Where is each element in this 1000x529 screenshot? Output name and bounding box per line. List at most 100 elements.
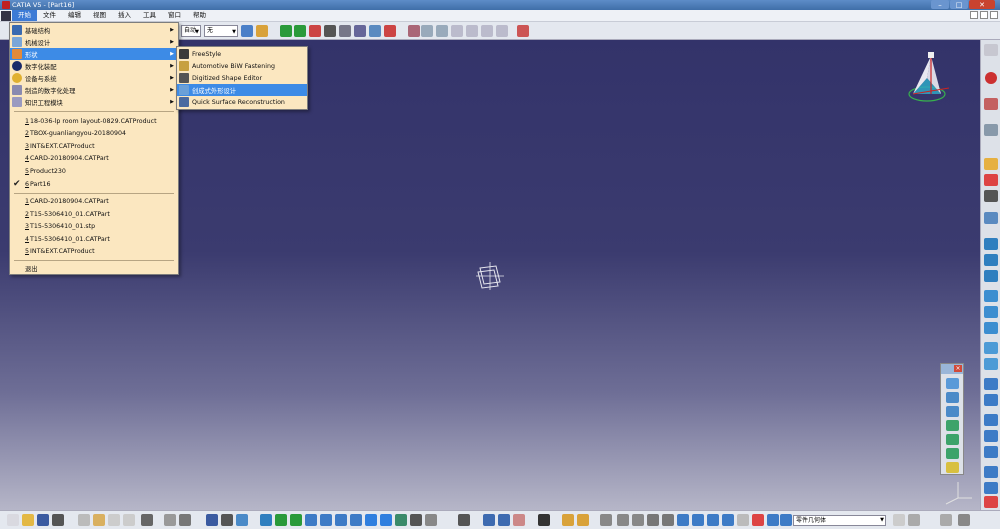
recent-file-item[interactable]: 5 INT&EXT.CATProduct — [10, 245, 178, 257]
cylinder-icon[interactable] — [946, 448, 959, 459]
close-button[interactable]: ✕ — [969, 0, 995, 9]
close-icon[interactable]: × — [954, 365, 962, 372]
knowledge-icon[interactable] — [408, 25, 420, 37]
stop-icon[interactable] — [985, 72, 997, 84]
sketch-icon[interactable] — [984, 98, 998, 110]
comment-icon[interactable] — [466, 25, 478, 37]
comment-bubble-icon[interactable] — [179, 514, 191, 526]
plane-icon[interactable] — [984, 212, 998, 224]
whats-this-icon[interactable] — [141, 514, 153, 526]
menu-insert[interactable]: 插入 — [112, 10, 137, 21]
blend-icon[interactable] — [946, 420, 959, 431]
3d-axis-icon[interactable] — [752, 514, 764, 526]
translate-icon[interactable] — [984, 430, 998, 442]
select-icon[interactable] — [780, 514, 792, 526]
paste-icon[interactable] — [108, 514, 120, 526]
power-copy-icon[interactable] — [600, 514, 612, 526]
maximize-button[interactable]: □ — [950, 0, 968, 9]
update-all-icon[interactable] — [498, 514, 510, 526]
properties-painter-icon[interactable] — [256, 25, 268, 37]
offset-icon[interactable] — [946, 406, 959, 417]
rotate-icon[interactable] — [354, 25, 366, 37]
submenu-digitized-shape-editor[interactable]: Digitized Shape Editor — [177, 72, 307, 84]
menu-item-digital-manufacturing[interactable]: 制造的数字化处理 ▶ — [10, 84, 178, 96]
menu-help[interactable]: 帮助 — [187, 10, 212, 21]
manual-update-icon[interactable] — [513, 514, 525, 526]
analysis-icon[interactable] — [369, 25, 381, 37]
submenu-quick-surface-reconstruction[interactable]: Quick Surface Reconstruction — [177, 96, 307, 108]
multi-section-icon[interactable] — [946, 434, 959, 445]
menu-item-shape[interactable]: 形状 ▶ — [10, 48, 178, 60]
recent-file-item[interactable]: 1 CARD-20180904.CATPart — [10, 195, 178, 207]
boundary-icon[interactable] — [946, 462, 959, 473]
catalog-browser-icon[interactable] — [617, 514, 629, 526]
doc-minimize-icon[interactable] — [970, 11, 978, 19]
surface-analysis-icon[interactable] — [677, 514, 689, 526]
print-icon[interactable] — [52, 514, 64, 526]
menu-tools[interactable]: 工具 — [137, 10, 162, 21]
join-icon[interactable] — [984, 342, 998, 354]
document-icon[interactable] — [1, 10, 11, 21]
cut-icon[interactable] — [78, 514, 90, 526]
extract-icon[interactable] — [984, 394, 998, 406]
fillet-icon[interactable] — [984, 414, 998, 426]
save-icon[interactable] — [37, 514, 49, 526]
part-body-select[interactable]: 零件几何体 ▼ — [793, 515, 886, 526]
paint-icon[interactable] — [241, 25, 253, 37]
recent-doc-item[interactable]: 3 INT&EXT.CATProduct — [10, 140, 178, 152]
lock-icon[interactable] — [737, 514, 749, 526]
line-type-combo[interactable]: 无 ▼ — [204, 25, 238, 37]
recent-doc-item[interactable]: 4 CARD-20180904.CATPart — [10, 152, 178, 164]
recent-doc-item-active[interactable]: ✔ 6 Part16 — [10, 178, 178, 190]
recent-file-item[interactable]: 2 T15-5306410_01.CATPart — [10, 208, 178, 220]
camera-icon[interactable] — [221, 514, 233, 526]
table-icon[interactable] — [206, 514, 218, 526]
compass-tool-icon[interactable] — [339, 25, 351, 37]
submenu-freestyle[interactable]: FreeStyle — [177, 48, 307, 60]
undo-icon[interactable] — [123, 514, 135, 526]
curve-icon[interactable] — [946, 378, 959, 389]
fit-all-icon[interactable] — [275, 514, 287, 526]
curvature-icon[interactable] — [692, 514, 704, 526]
search-icon[interactable] — [984, 44, 998, 56]
menu-start[interactable]: 开始 — [12, 10, 37, 21]
connect-check-icon[interactable] — [707, 514, 719, 526]
formula-icon[interactable] — [421, 25, 433, 37]
recent-doc-item[interactable]: 2 TBOX-guanliangyou-20180904 — [10, 127, 178, 139]
menu-item-digital-mockup[interactable]: 数字化装配 ▶ — [10, 60, 178, 72]
rotate-view-icon[interactable] — [305, 514, 317, 526]
extrapolate-icon[interactable] — [984, 446, 998, 458]
normal-view-icon[interactable] — [350, 514, 362, 526]
minimize-button[interactable]: – — [931, 0, 949, 9]
spec-icon[interactable] — [984, 124, 998, 136]
menu-item-knowledgeware[interactable]: 知识工程模块 ▶ — [10, 96, 178, 108]
recent-file-item[interactable]: 3 T15-5306410_01.stp — [10, 220, 178, 232]
polyline-icon[interactable] — [984, 190, 998, 202]
design-table-icon[interactable] — [451, 25, 463, 37]
menu-item-mechanical-design[interactable]: 机械设计 ▶ — [10, 36, 178, 48]
submenu-biw-fastening[interactable]: Automotive BiW Fastening — [177, 60, 307, 72]
floating-toolbar[interactable]: × — [940, 363, 964, 475]
surface-icon[interactable] — [946, 392, 959, 403]
apply-material-icon[interactable] — [767, 514, 779, 526]
swap-space-icon[interactable] — [425, 514, 437, 526]
check-icon[interactable] — [481, 25, 493, 37]
revolve-icon[interactable] — [984, 254, 998, 266]
doc-restore-icon[interactable] — [980, 11, 988, 19]
update-icon[interactable] — [483, 514, 495, 526]
zoom-in-icon[interactable] — [320, 514, 332, 526]
law-curve-icon[interactable] — [984, 482, 998, 494]
trim-icon[interactable] — [984, 378, 998, 390]
loft-icon[interactable] — [984, 322, 998, 334]
pattern-icon[interactable] — [984, 466, 998, 478]
move-icon[interactable] — [294, 25, 306, 37]
catalog-icon[interactable] — [384, 25, 396, 37]
settings-icon[interactable] — [940, 514, 952, 526]
fly-mode-icon[interactable] — [260, 514, 272, 526]
zoom-out-icon[interactable] — [335, 514, 347, 526]
sweep-icon[interactable] — [984, 306, 998, 318]
reorder-icon[interactable] — [647, 514, 659, 526]
formula-fx-icon[interactable] — [164, 514, 176, 526]
shading-icon[interactable] — [395, 514, 407, 526]
filter-icon[interactable] — [958, 514, 970, 526]
